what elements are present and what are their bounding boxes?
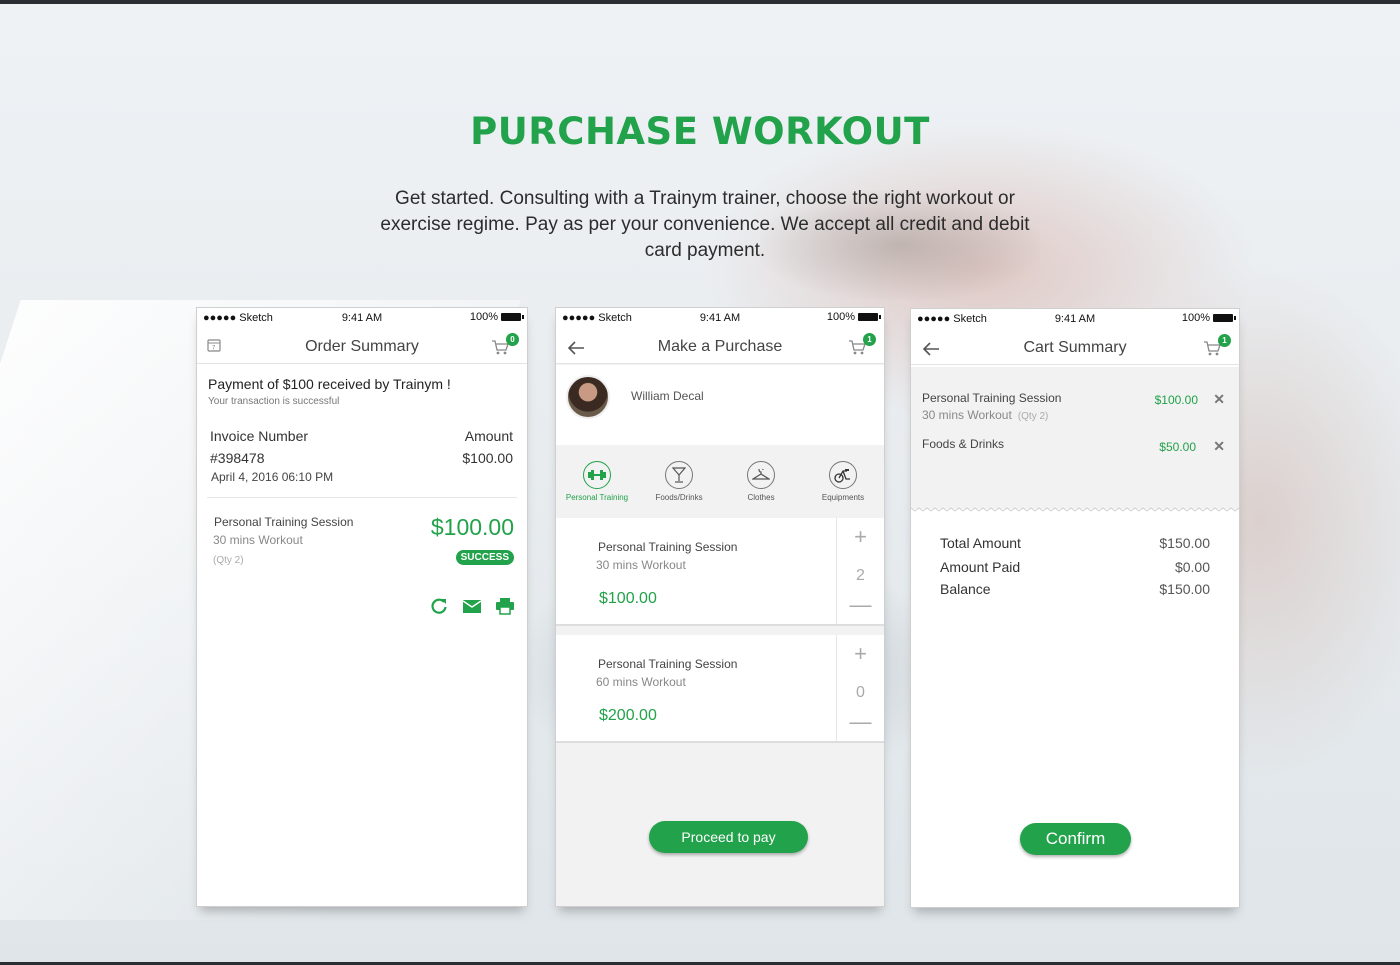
category-tabs: Personal Training Foods/Drinks Clothes E… <box>556 446 884 516</box>
order-summary-screen: ●●●●● Sketch 9:41 AM 100% 7 Order Summar… <box>196 307 528 907</box>
status-bar: ●●●●● Sketch 9:41 AM 100% <box>197 308 527 328</box>
screen-title: Cart Summary <box>1023 339 1127 356</box>
minus-icon[interactable]: — <box>837 709 884 735</box>
balance-label: Balance <box>940 581 991 597</box>
payment-sub: Your transaction is successful <box>208 396 340 407</box>
cart-summary-screen: ●●●●● Sketch 9:41 AM 100% Cart Summary 1… <box>910 308 1240 908</box>
cart-item-name: Personal Training Session <box>922 391 1062 405</box>
action-icons <box>429 596 515 616</box>
cart-item-sub: 30 mins Workout <box>922 408 1012 422</box>
item-name: Personal Training Session <box>214 515 354 529</box>
cart-badge: 1 <box>863 333 876 346</box>
screen-header: 7 Order Summary 0 <box>197 328 527 364</box>
quantity-value: 0 <box>856 684 865 701</box>
cart-item-price: $50.00 <box>1159 440 1196 454</box>
email-icon[interactable] <box>462 596 482 616</box>
battery-percent: 100% <box>1181 312 1210 324</box>
product-price: $200.00 <box>599 707 657 724</box>
confirm-button[interactable]: Confirm <box>1020 823 1131 855</box>
paid-label: Amount Paid <box>940 559 1021 575</box>
status-bar: ●●●●● Sketch 9:41 AM 100% <box>556 308 884 328</box>
cart-item-qty: (Qty 2) <box>1017 411 1049 422</box>
item-qty: (Qty 2) <box>213 555 244 566</box>
status-badge: SUCCESS <box>455 550 514 565</box>
invoice-date: April 4, 2016 06:10 PM <box>211 470 334 484</box>
payment-message: Payment of $100 received by Trainym ! <box>208 376 451 392</box>
total-value: $150.00 <box>1159 535 1210 551</box>
product-name: Personal Training Session <box>598 657 738 671</box>
avatar <box>566 375 610 419</box>
hanger-icon <box>747 461 775 489</box>
quantity-value: 2 <box>856 567 865 584</box>
trainer-profile[interactable]: William Decal <box>556 365 884 445</box>
cart-button[interactable]: 0 <box>491 333 519 356</box>
status-bar: ●●●●● Sketch 9:41 AM 100% <box>911 309 1239 329</box>
battery-percent: 100% <box>826 311 855 323</box>
quantity-stepper: + 2 — <box>836 518 884 624</box>
cocktail-icon <box>665 461 693 489</box>
tab-personal-training[interactable]: Personal Training <box>556 446 638 516</box>
cart-badge: 0 <box>506 333 519 346</box>
cart-item-price: $100.00 <box>1154 393 1198 407</box>
make-purchase-screen: ●●●●● Sketch 9:41 AM 100% Make a Purchas… <box>555 307 885 907</box>
cart-button[interactable]: 1 <box>848 333 876 356</box>
invoice-number: #398478 <box>210 450 265 466</box>
divider <box>207 497 517 498</box>
amount-value: $100.00 <box>462 450 513 466</box>
print-icon[interactable] <box>495 596 515 616</box>
cart-items: Personal Training Session 30 mins Workou… <box>911 367 1239 507</box>
product-name: Personal Training Session <box>598 540 738 554</box>
tab-foods-drinks[interactable]: Foods/Drinks <box>638 446 720 516</box>
tab-label: Equipments <box>821 493 865 502</box>
cart-button[interactable]: 1 <box>1203 334 1231 357</box>
quantity-stepper: + 0 — <box>836 635 884 741</box>
trainer-name: William Decal <box>631 389 704 403</box>
battery-percent: 100% <box>469 311 498 323</box>
product-sub: 30 mins Workout <box>596 558 686 572</box>
exercise-bike-icon <box>829 461 857 489</box>
paid-value: $0.00 <box>1174 559 1210 575</box>
battery-icon <box>501 313 524 321</box>
cart-item-name: Foods & Drinks <box>922 437 1005 451</box>
tab-clothes[interactable]: Clothes <box>720 446 802 516</box>
screen-header: Make a Purchase 1 <box>556 328 884 364</box>
remove-icon[interactable]: ✕ <box>1213 391 1225 408</box>
product-sub: 60 mins Workout <box>596 675 686 689</box>
dumbbell-icon <box>583 461 611 489</box>
battery-icon <box>1213 314 1236 322</box>
remove-icon[interactable]: ✕ <box>1213 438 1225 455</box>
minus-icon[interactable]: — <box>837 592 884 618</box>
amount-label: Amount <box>464 428 513 444</box>
invoice-label: Invoice Number <box>210 428 309 444</box>
item-price: $100.00 <box>430 514 514 540</box>
hero-subtitle: Get started. Consulting with a Trainym t… <box>380 188 1030 261</box>
refresh-icon[interactable] <box>429 596 449 616</box>
cart-badge: 1 <box>1218 334 1231 347</box>
item-sub: 30 mins Workout <box>213 533 303 547</box>
receipt-edge <box>911 505 1239 512</box>
screen-title: Order Summary <box>305 338 419 355</box>
proceed-to-pay-button[interactable]: Proceed to pay <box>649 821 808 853</box>
tab-label: Foods/Drinks <box>655 493 703 502</box>
screen-header: Cart Summary 1 <box>911 329 1239 365</box>
product-card[interactable]: Personal Training Session 30 mins Workou… <box>556 518 884 626</box>
plus-icon[interactable]: + <box>837 524 884 550</box>
total-label: Total Amount <box>940 535 1021 551</box>
tab-label: Personal Training <box>565 493 629 502</box>
tab-label: Clothes <box>747 493 775 502</box>
hero-title: PURCHASE WORKOUT <box>470 110 930 153</box>
screen-title: Make a Purchase <box>657 338 783 355</box>
tab-equipments[interactable]: Equipments <box>802 446 884 516</box>
product-price: $100.00 <box>599 590 657 607</box>
battery-icon <box>858 313 881 321</box>
product-card[interactable]: Personal Training Session 60 mins Workou… <box>556 635 884 743</box>
balance-value: $150.00 <box>1159 581 1210 597</box>
plus-icon[interactable]: + <box>837 641 884 667</box>
